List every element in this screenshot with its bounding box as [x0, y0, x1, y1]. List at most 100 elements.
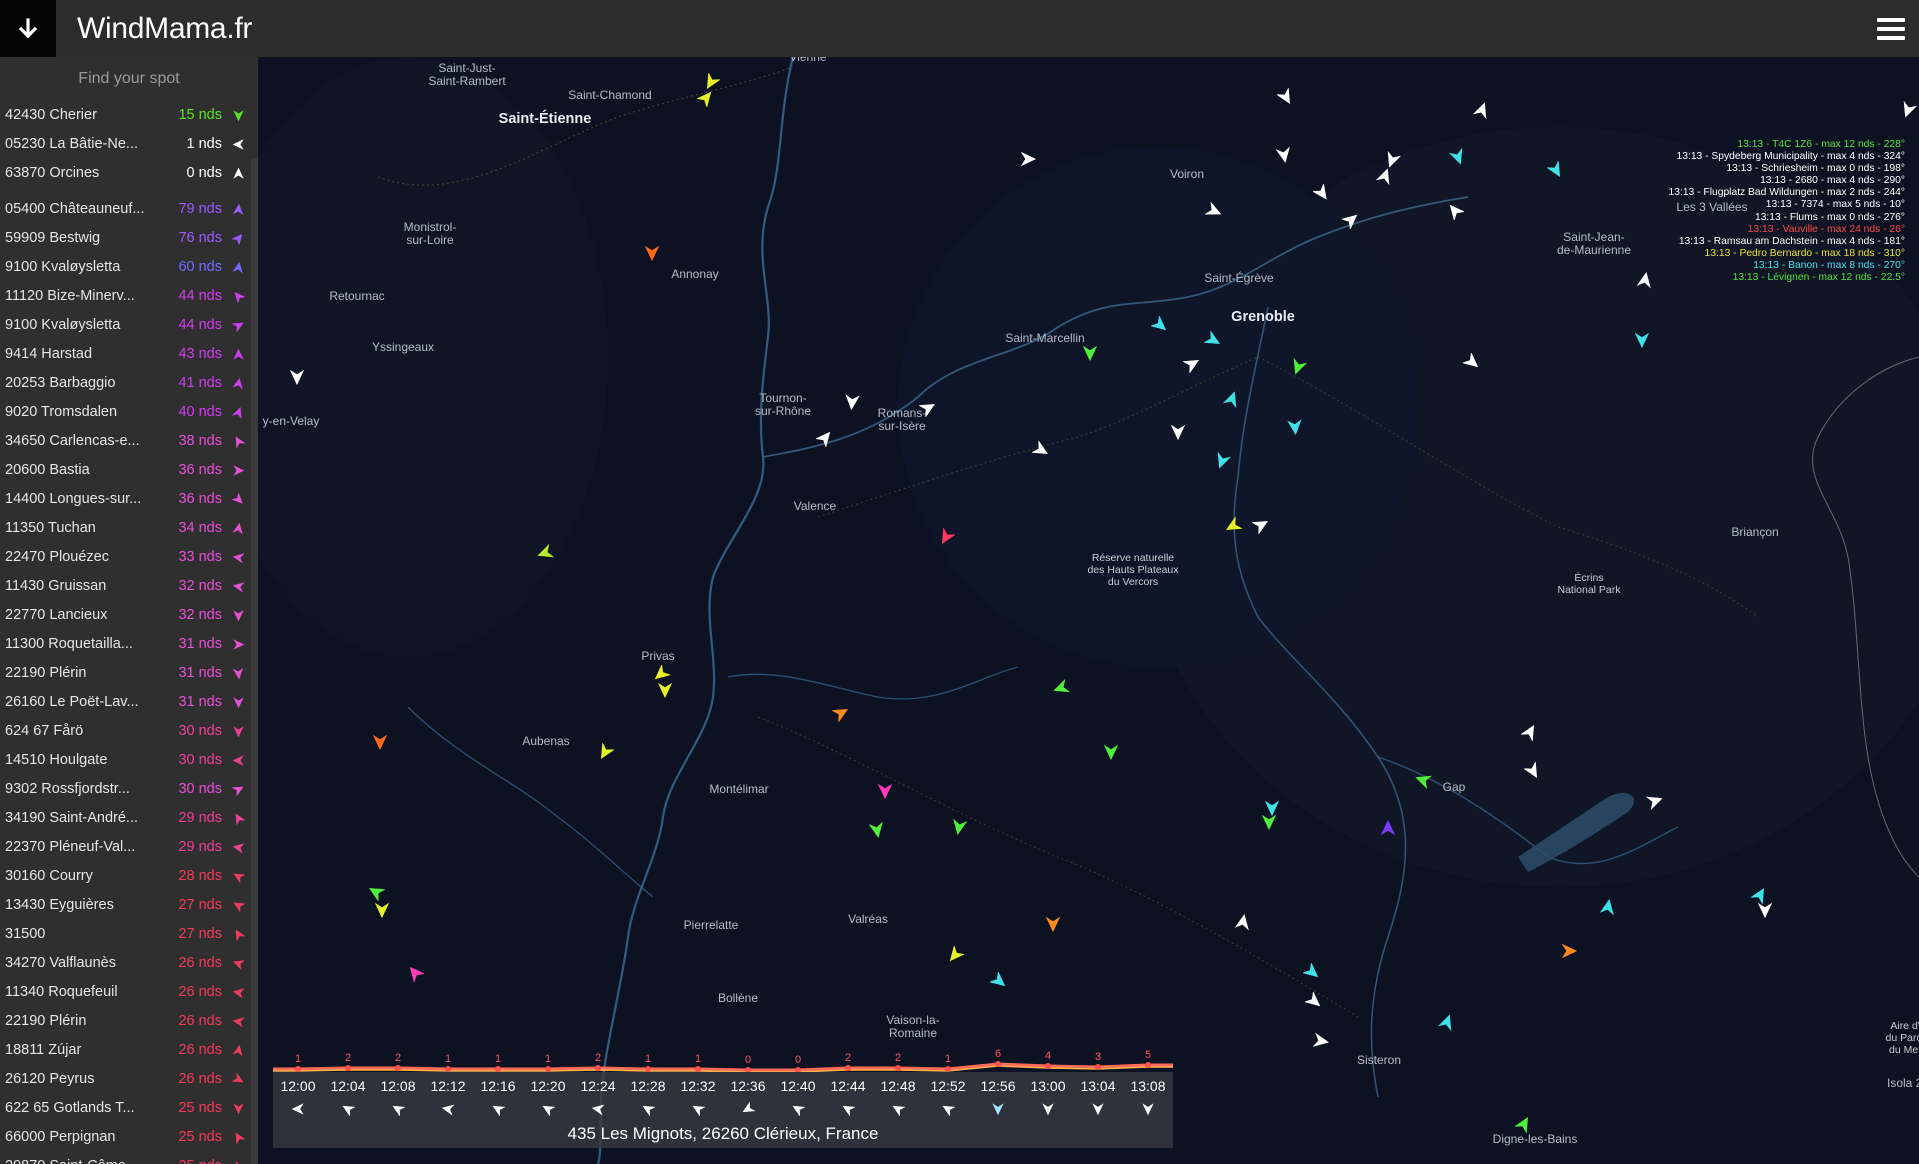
wind-station-marker-icon[interactable]: [868, 821, 886, 839]
wind-station-marker-icon[interactable]: [406, 964, 426, 984]
wind-station-marker-icon[interactable]: [1520, 723, 1539, 742]
wind-station-marker-icon[interactable]: [1514, 1115, 1533, 1134]
spot-row[interactable]: 34650 Carlencas-e... 38 nds: [0, 427, 258, 456]
spot-row[interactable]: 622 65 Gotlands T... 25 nds: [0, 1094, 258, 1123]
spot-row[interactable]: 14510 Houlgate 30 nds: [0, 746, 258, 775]
wind-station-marker-icon[interactable]: [288, 368, 306, 386]
timeline-time[interactable]: 12:08: [373, 1078, 423, 1094]
spot-row[interactable]: 22190 Plérin 26 nds: [0, 1007, 258, 1036]
wind-station-marker-icon[interactable]: [1169, 423, 1187, 441]
spot-row[interactable]: 05400 Châteauneuf... 79 nds: [0, 195, 258, 224]
spot-row[interactable]: 11300 Roquetailla... 31 nds: [0, 630, 258, 659]
wind-station-marker-icon[interactable]: [1311, 182, 1331, 202]
wind-station-marker-icon[interactable]: [988, 970, 1008, 990]
sidebar-scrollbar[interactable]: [251, 158, 258, 1164]
hamburger-menu-icon[interactable]: [1877, 14, 1905, 42]
timeline-time[interactable]: 12:48: [873, 1078, 923, 1094]
spot-row[interactable]: 14400 Longues-sur... 36 nds: [0, 485, 258, 514]
spot-row[interactable]: 30160 Courry 28 nds: [0, 862, 258, 891]
spot-row[interactable]: 624 67 Fårö 30 nds: [0, 717, 258, 746]
timeline-time[interactable]: 12:24: [573, 1078, 623, 1094]
wind-station-marker-icon[interactable]: [1044, 915, 1062, 933]
wind-station-marker-icon[interactable]: [1645, 792, 1664, 811]
timeline-time[interactable]: 12:04: [323, 1078, 373, 1094]
spot-row[interactable]: 18811 Zújar 26 nds: [0, 1036, 258, 1065]
spot-row[interactable]: 22470 Plouézec 33 nds: [0, 543, 258, 572]
timeline-time[interactable]: 12:40: [773, 1078, 823, 1094]
spot-row[interactable]: 9020 Tromsdalen 40 nds: [0, 398, 258, 427]
spot-search-input[interactable]: [0, 57, 258, 101]
wind-station-marker-icon[interactable]: [918, 399, 937, 418]
timeline-time[interactable]: 12:44: [823, 1078, 873, 1094]
wind-station-marker-icon[interactable]: [1414, 771, 1433, 790]
wind-station-marker-icon[interactable]: [1448, 147, 1467, 166]
wind-station-marker-icon[interactable]: [1031, 440, 1050, 459]
wind-station-marker-icon[interactable]: [1224, 516, 1243, 535]
spot-row[interactable]: 31500 27 nds: [0, 920, 258, 949]
arrow-down-icon[interactable]: [0, 0, 56, 57]
wind-station-marker-icon[interactable]: [1446, 202, 1466, 222]
wind-station-marker-icon[interactable]: [1222, 390, 1241, 409]
spot-row[interactable]: 59909 Bestwig 76 nds: [0, 224, 258, 253]
wind-station-marker-icon[interactable]: [371, 733, 389, 751]
wind-station-marker-icon[interactable]: [695, 89, 715, 109]
spot-row[interactable]: 42430 Cherier 15 nds: [0, 101, 258, 130]
site-title[interactable]: WindMama.fr: [77, 0, 252, 57]
wind-station-marker-icon[interactable]: [1275, 146, 1293, 164]
timeline-time[interactable]: 13:04: [1073, 1078, 1123, 1094]
wind-station-marker-icon[interactable]: [876, 782, 894, 800]
timeline-time[interactable]: 12:52: [923, 1078, 973, 1094]
wind-station-marker-icon[interactable]: [1472, 101, 1491, 120]
wind-station-marker-icon[interactable]: [1340, 211, 1360, 231]
spot-row[interactable]: 26120 Peyrus 26 nds: [0, 1065, 258, 1094]
wind-station-marker-icon[interactable]: [1286, 418, 1304, 436]
spot-row[interactable]: 66000 Perpignan 25 nds: [0, 1123, 258, 1152]
wind-station-marker-icon[interactable]: [656, 681, 674, 699]
spot-row[interactable]: 9302 Rossfjordstr... 30 nds: [0, 775, 258, 804]
spot-row[interactable]: 34190 Saint-André... 29 nds: [0, 804, 258, 833]
timeline-time[interactable]: 12:56: [973, 1078, 1023, 1094]
spot-row[interactable]: 13430 Eyguières 27 nds: [0, 891, 258, 920]
spot-row[interactable]: 22370 Pléneuf-Val... 29 nds: [0, 833, 258, 862]
spot-row[interactable]: 63870 Orcines 0 nds: [0, 159, 258, 188]
spot-row[interactable]: 29870 Saint-Côme-... 25 nds: [0, 1152, 258, 1164]
wind-station-marker-icon[interactable]: [1301, 961, 1321, 981]
wind-station-marker-icon[interactable]: [1899, 100, 1918, 119]
timeline-time[interactable]: 12:32: [673, 1078, 723, 1094]
wind-station-marker-icon[interactable]: [1251, 516, 1270, 535]
spot-row[interactable]: 11340 Roquefeuil 26 nds: [0, 978, 258, 1007]
wind-station-marker-icon[interactable]: [1182, 355, 1201, 374]
wind-station-marker-icon[interactable]: [1213, 451, 1232, 470]
wind-station-marker-icon[interactable]: [831, 704, 850, 723]
timeline-time[interactable]: 13:00: [1023, 1078, 1073, 1094]
wind-station-marker-icon[interactable]: [1276, 87, 1295, 106]
wind-station-marker-icon[interactable]: [1375, 167, 1394, 186]
timeline-time[interactable]: 13:08: [1123, 1078, 1173, 1094]
wind-station-marker-icon[interactable]: [596, 742, 615, 761]
timeline-time[interactable]: 12:28: [623, 1078, 673, 1094]
wind-station-marker-icon[interactable]: [1636, 271, 1654, 289]
spot-row[interactable]: 9414 Harstad 43 nds: [0, 340, 258, 369]
wind-station-marker-icon[interactable]: [1289, 357, 1308, 376]
wind-station-marker-icon[interactable]: [1102, 743, 1120, 761]
wind-station-marker-icon[interactable]: [1203, 330, 1222, 349]
wind-station-marker-icon[interactable]: [1599, 898, 1617, 916]
spot-row[interactable]: 11120 Bize-Minerv... 44 nds: [0, 282, 258, 311]
wind-station-marker-icon[interactable]: [1149, 314, 1169, 334]
timeline-time[interactable]: 12:20: [523, 1078, 573, 1094]
wind-station-marker-icon[interactable]: [814, 429, 834, 449]
wind-station-marker-icon[interactable]: [1560, 942, 1578, 960]
wind-station-marker-icon[interactable]: [1303, 990, 1323, 1010]
wind-station-marker-icon[interactable]: [1750, 886, 1769, 905]
wind-map[interactable]: Saint-Just- Saint-Rambert Saint-Étienne Sai…: [258, 57, 1919, 1164]
wind-station-marker-icon[interactable]: [1204, 201, 1223, 220]
wind-station-marker-icon[interactable]: [367, 883, 386, 902]
timeline-time[interactable]: 12:12: [423, 1078, 473, 1094]
spot-row[interactable]: 20600 Bastia 36 nds: [0, 456, 258, 485]
spot-row[interactable]: 11430 Gruissan 32 nds: [0, 572, 258, 601]
wind-station-marker-icon[interactable]: [1546, 160, 1565, 179]
wind-station-marker-icon[interactable]: [1052, 678, 1071, 697]
spot-row[interactable]: 26160 Le Poët-Lav... 31 nds: [0, 688, 258, 717]
wind-station-marker-icon[interactable]: [946, 944, 966, 964]
wind-station-marker-icon[interactable]: [1437, 1013, 1456, 1032]
